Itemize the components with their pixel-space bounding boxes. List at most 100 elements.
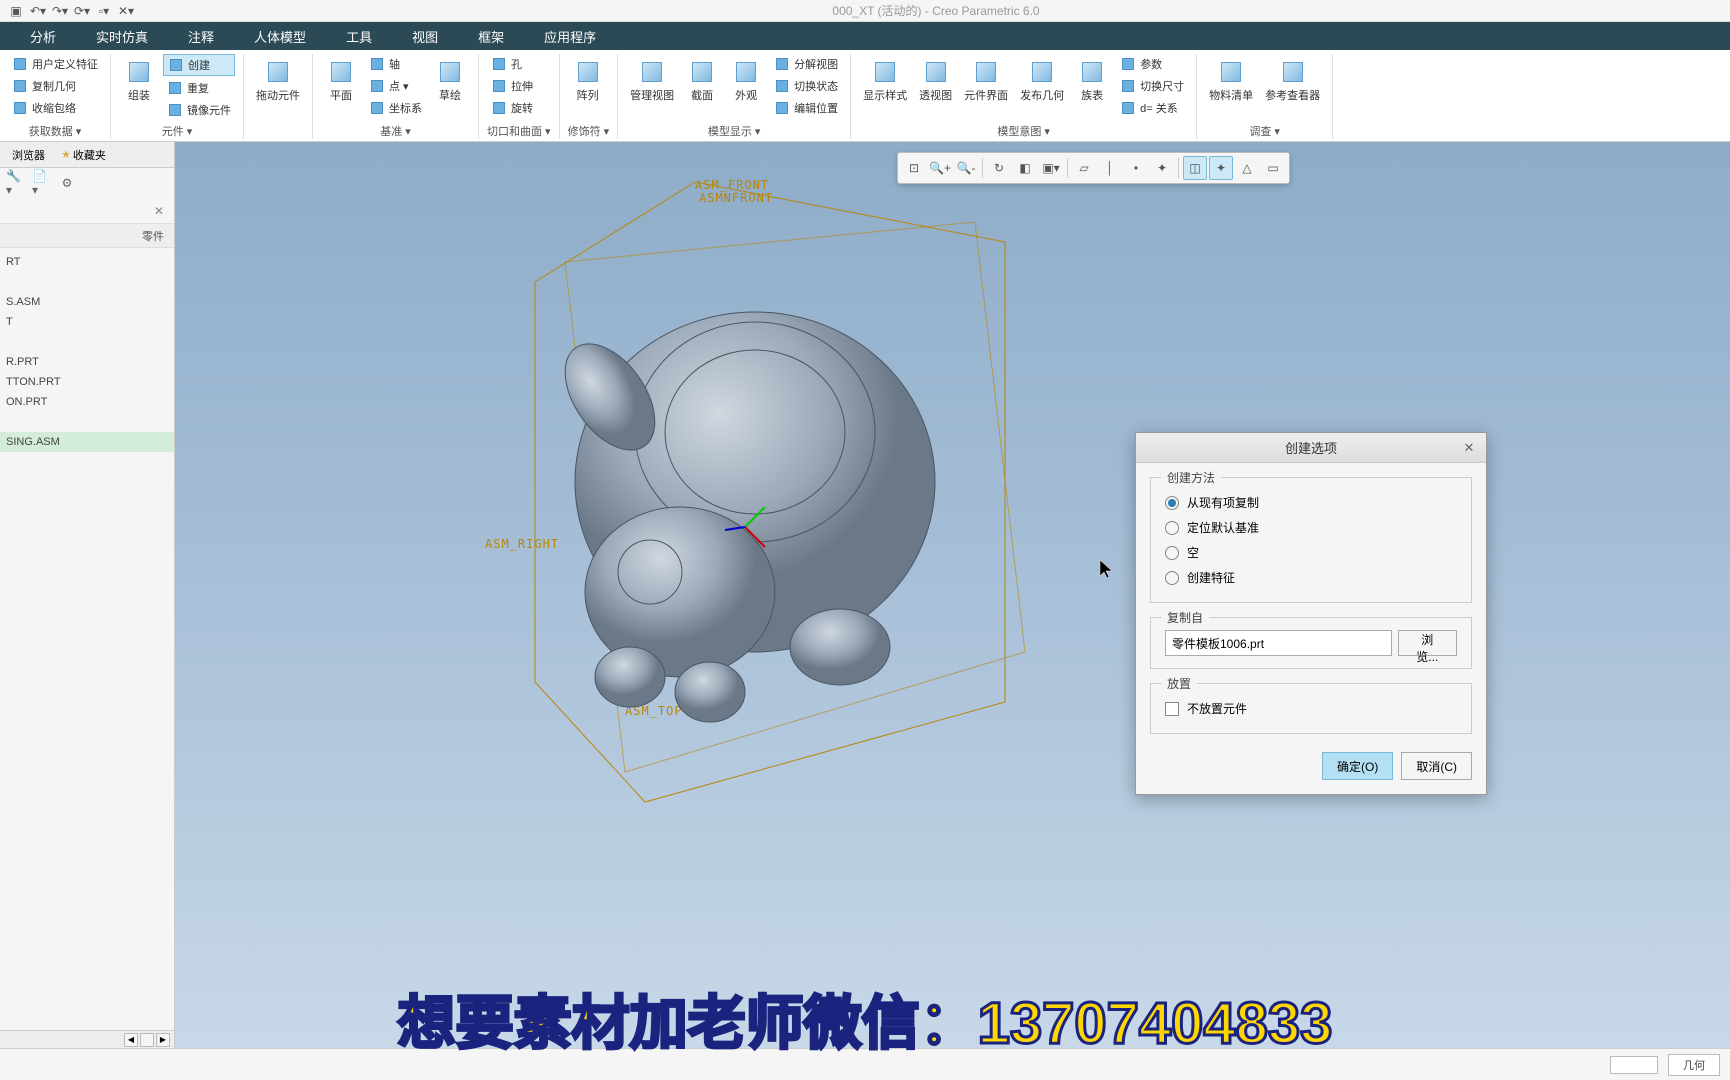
tree-filter-icon[interactable]: 🔧▾: [6, 174, 24, 192]
togstat-icon[interactable]: 切换状态: [770, 76, 842, 96]
datum-csys-toggle-icon[interactable]: ✦: [1150, 156, 1174, 180]
no-place-checkbox[interactable]: 不放置元件: [1165, 696, 1457, 721]
ribbon-group: 平面轴点 ▾坐标系草绘基准 ▾: [313, 54, 479, 139]
hole-icon[interactable]: 孔: [487, 54, 537, 74]
datum-plane-toggle-icon[interactable]: ▱: [1072, 156, 1096, 180]
radio-option[interactable]: 从现有项复制: [1165, 490, 1457, 515]
canvas-toolbar: ⊡ 🔍+ 🔍- ↻ ◧ ▣▾ ▱ │ • ✦ ◫ ✦ △ ▭: [897, 152, 1290, 184]
redo-icon[interactable]: ↷▾: [52, 3, 68, 19]
shrinkwrap-icon[interactable]: 收缩包络: [8, 98, 102, 118]
tree-item[interactable]: ON.PRT: [0, 392, 174, 412]
pubgeom-icon[interactable]: 发布几何: [1016, 54, 1068, 105]
tree-show-icon[interactable]: 📄▾: [32, 174, 50, 192]
menu-tools[interactable]: 工具: [326, 22, 392, 50]
viewmgr-icon[interactable]: 管理视图: [626, 54, 678, 105]
regen-icon[interactable]: ⟳▾: [74, 3, 90, 19]
zoomin-icon[interactable]: 🔍+: [928, 156, 952, 180]
editpos-icon[interactable]: 编辑位置: [770, 98, 842, 118]
copy-from-legend: 复制自: [1161, 609, 1209, 626]
radio-option[interactable]: 定位默认基准: [1165, 515, 1457, 540]
dispstyle-icon[interactable]: 显示样式: [859, 54, 911, 105]
dialog-titlebar[interactable]: 创建选项 ✕: [1136, 433, 1486, 463]
menu-framework[interactable]: 框架: [458, 22, 524, 50]
switchdim-icon[interactable]: 切换尺寸: [1116, 76, 1188, 96]
scroll-right-icon[interactable]: ▶: [156, 1033, 170, 1047]
ok-button[interactable]: 确定(O): [1322, 752, 1393, 780]
tree-item[interactable]: R.PRT: [0, 352, 174, 372]
tree-item[interactable]: S.ASM: [0, 292, 174, 312]
rel-icon[interactable]: d= 关系: [1116, 98, 1188, 118]
menu-view[interactable]: 视图: [392, 22, 458, 50]
cancel-button[interactable]: 取消(C): [1401, 752, 1472, 780]
refit-icon[interactable]: ⊡: [902, 156, 926, 180]
spin-center-icon[interactable]: ✦: [1209, 156, 1233, 180]
browse-button[interactable]: 浏览...: [1398, 630, 1457, 656]
point-icon[interactable]: 点 ▾: [365, 76, 426, 96]
csys-icon[interactable]: 坐标系: [365, 98, 426, 118]
axis-icon[interactable]: 轴: [365, 54, 426, 74]
family-icon[interactable]: 族表: [1072, 54, 1112, 105]
scroll-left-icon[interactable]: ◀: [124, 1033, 138, 1047]
tab-browser[interactable]: 浏览器: [4, 145, 51, 165]
pattern-icon[interactable]: 阵列: [568, 54, 608, 105]
menu-simulate[interactable]: 实时仿真: [76, 22, 168, 50]
zoomout-icon[interactable]: 🔍-: [954, 156, 978, 180]
datum-axis-toggle-icon[interactable]: │: [1098, 156, 1122, 180]
menu-analysis[interactable]: 分析: [10, 22, 76, 50]
compif-icon[interactable]: 元件界面: [960, 54, 1012, 105]
param-icon[interactable]: 参数: [1116, 54, 1188, 74]
clear-search-icon[interactable]: ✕: [152, 204, 166, 218]
render-icon[interactable]: △: [1235, 156, 1259, 180]
annot-toggle-icon[interactable]: ◫: [1183, 156, 1207, 180]
save-icon[interactable]: ▣: [8, 3, 24, 19]
repaint-icon[interactable]: ↻: [987, 156, 1011, 180]
appear-icon[interactable]: 外观: [726, 54, 766, 105]
sketch-icon[interactable]: 草绘: [430, 54, 470, 105]
tab-favorites[interactable]: ★收藏夹: [55, 145, 112, 165]
create-options-dialog: 创建选项 ✕ 创建方法 从现有项复制定位默认基准空创建特征 复制自 浏览... …: [1135, 432, 1487, 795]
tree-item[interactable]: T: [0, 312, 174, 332]
scroll-thumb[interactable]: [140, 1033, 154, 1047]
revolve-icon[interactable]: 旋转: [487, 98, 537, 118]
menu-manikin[interactable]: 人体模型: [234, 22, 326, 50]
radio-option[interactable]: 空: [1165, 540, 1457, 565]
repeat-icon[interactable]: 重复: [163, 78, 235, 98]
shading-icon[interactable]: ◧: [1013, 156, 1037, 180]
menu-annotate[interactable]: 注释: [168, 22, 234, 50]
copy-geom-icon[interactable]: 复制几何: [8, 76, 102, 96]
datum-point-toggle-icon[interactable]: •: [1124, 156, 1148, 180]
model-tree[interactable]: RT S.ASMT R.PRTTTON.PRTON.PRT SING.ASM: [0, 248, 174, 1030]
create-icon[interactable]: 创建: [163, 54, 235, 76]
bom-icon[interactable]: 物料清单: [1205, 54, 1257, 105]
plane-icon[interactable]: 平面: [321, 54, 361, 105]
section-icon[interactable]: 截面: [682, 54, 722, 105]
radio-option[interactable]: 创建特征: [1165, 565, 1457, 590]
tree-search-input[interactable]: [6, 205, 148, 217]
mirror-icon[interactable]: 镜像元件: [163, 100, 235, 120]
radio-icon: [1165, 571, 1179, 585]
persp-icon[interactable]: 透视图: [915, 54, 956, 105]
tree-settings-icon[interactable]: ⚙: [58, 174, 76, 192]
windows-icon[interactable]: ▫▾: [96, 3, 112, 19]
extrude-icon[interactable]: 拉伸: [487, 76, 537, 96]
undo-icon[interactable]: ↶▾: [30, 3, 46, 19]
graphics-canvas[interactable]: ⊡ 🔍+ 🔍- ↻ ◧ ▣▾ ▱ │ • ✦ ◫ ✦ △ ▭ ASM_FRONT…: [175, 142, 1730, 1048]
refview-icon[interactable]: 参考查看器: [1261, 54, 1324, 105]
drag-icon[interactable]: 拖动元件: [252, 54, 304, 105]
persp-toggle-icon[interactable]: ▭: [1261, 156, 1285, 180]
tree-item[interactable]: SING.ASM: [0, 432, 174, 452]
close-icon[interactable]: ✕▾: [118, 3, 134, 19]
tree-item[interactable]: RT: [0, 252, 174, 272]
assemble-icon[interactable]: 组装: [119, 54, 159, 105]
feature-icon[interactable]: 用户定义特征: [8, 54, 102, 74]
placement-group: 放置 不放置元件: [1150, 683, 1472, 734]
dialog-close-icon[interactable]: ✕: [1460, 439, 1478, 457]
template-path-input[interactable]: [1165, 630, 1392, 656]
menu-apps[interactable]: 应用程序: [524, 22, 616, 50]
tree-item[interactable]: TTON.PRT: [0, 372, 174, 392]
radio-label: 空: [1187, 544, 1199, 561]
expl-icon[interactable]: 分解视图: [770, 54, 842, 74]
dialog-title-text: 创建选项: [1285, 438, 1337, 457]
savedview-icon[interactable]: ▣▾: [1039, 156, 1063, 180]
ribbon-group-label: 模型显示 ▾: [626, 121, 842, 139]
